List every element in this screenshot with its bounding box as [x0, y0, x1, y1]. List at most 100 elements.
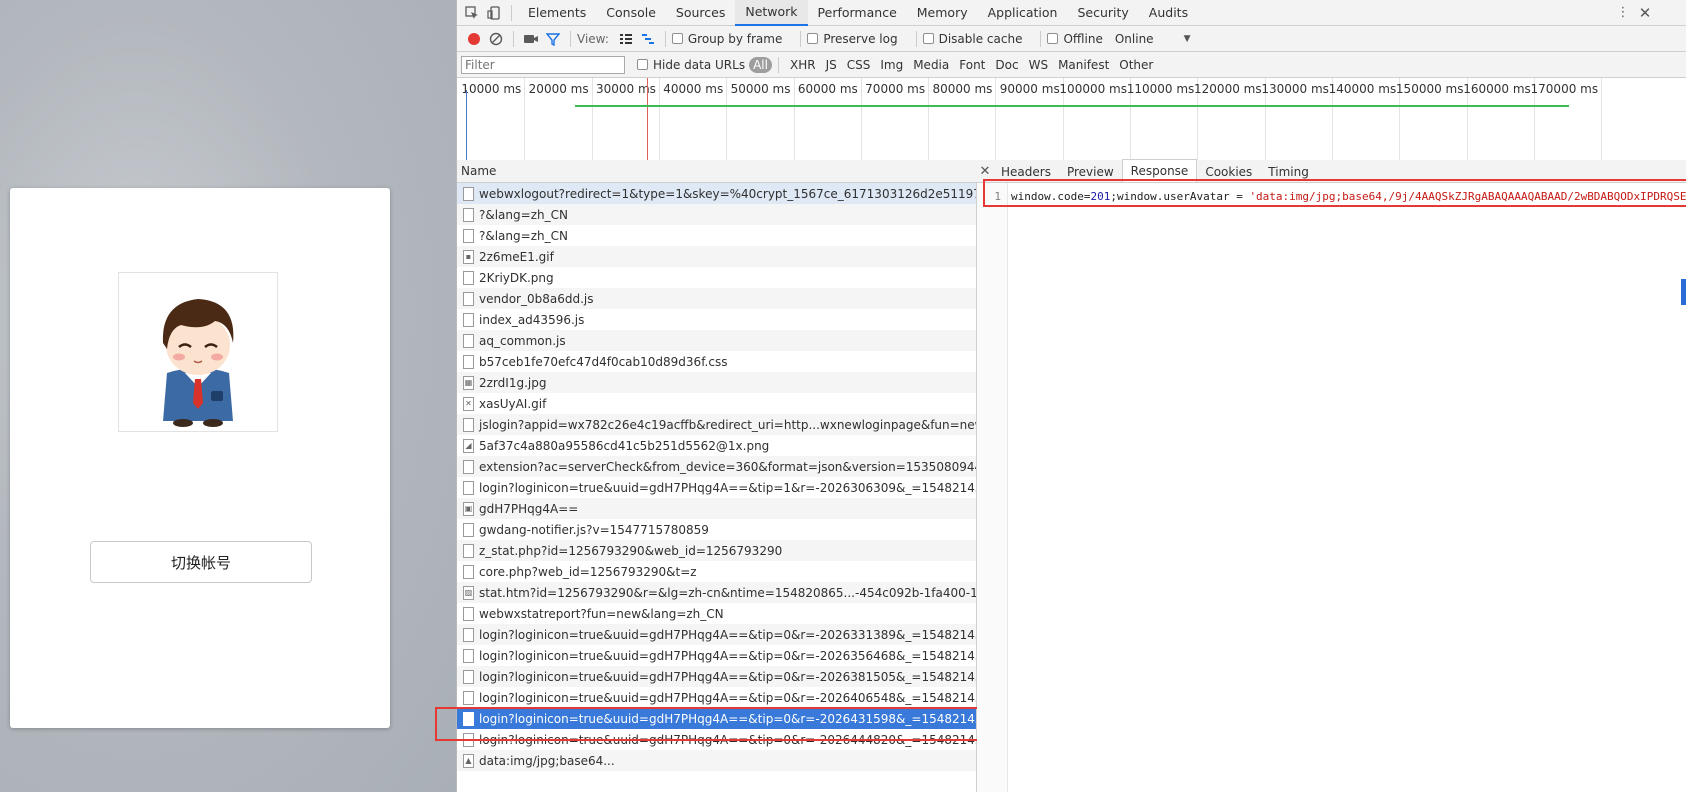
- request-detail-tabs: ✕ Headers Preview Response Cookies Timing: [977, 159, 1686, 183]
- request-row[interactable]: webwxlogout?redirect=1&type=1&skey=%40cr…: [457, 183, 976, 204]
- scrollbar-marker[interactable]: [1681, 279, 1686, 305]
- filter-type-xhr[interactable]: XHR: [785, 58, 821, 72]
- preserve-log-checkbox[interactable]: [807, 33, 819, 44]
- filter-type-doc[interactable]: Doc: [990, 58, 1023, 72]
- request-name: login?loginicon=true&uuid=gdH7PHqg4A==&t…: [479, 711, 976, 726]
- throttling-select[interactable]: Online: [1115, 32, 1154, 46]
- request-row[interactable]: login?loginicon=true&uuid=gdH7PHqg4A==&t…: [457, 708, 976, 729]
- tab-security[interactable]: Security: [1067, 0, 1138, 26]
- request-row[interactable]: login?loginicon=true&uuid=gdH7PHqg4A==&t…: [457, 645, 976, 666]
- request-row[interactable]: ▪ 2z6meE1.gif: [457, 246, 976, 267]
- switch-account-button[interactable]: 切换帐号: [90, 541, 312, 583]
- close-detail-icon[interactable]: ✕: [977, 161, 993, 182]
- file-icon: [463, 228, 474, 243]
- waterfall-overview-icon[interactable]: [637, 28, 659, 50]
- separator: [570, 30, 571, 47]
- file-icon: ▲: [463, 753, 474, 768]
- request-row[interactable]: login?loginicon=true&uuid=gdH7PHqg4A==&t…: [457, 687, 976, 708]
- request-row[interactable]: ▦ 2zrdI1g.jpg: [457, 372, 976, 393]
- request-name: login?loginicon=true&uuid=gdH7PHqg4A==&t…: [479, 480, 976, 495]
- filter-type-js[interactable]: JS: [821, 58, 842, 72]
- tab-sources[interactable]: Sources: [666, 0, 735, 26]
- device-toolbar-icon[interactable]: [483, 2, 505, 24]
- filter-type-media[interactable]: Media: [908, 58, 954, 72]
- hide-data-urls-checkbox[interactable]: [637, 59, 648, 70]
- large-rows-icon[interactable]: [615, 28, 637, 50]
- file-icon: ◢: [463, 438, 474, 453]
- file-icon: ✕: [463, 396, 474, 411]
- request-row[interactable]: jslogin?appid=wx782c26e4c19acffb&redirec…: [457, 414, 976, 435]
- clear-icon[interactable]: [485, 28, 507, 50]
- filter-type-css[interactable]: CSS: [842, 58, 876, 72]
- detail-tab-response[interactable]: Response: [1121, 159, 1198, 182]
- more-options-icon[interactable]: ⋮: [1612, 2, 1634, 24]
- request-row[interactable]: login?loginicon=true&uuid=gdH7PHqg4A==&t…: [457, 729, 976, 750]
- filter-icon[interactable]: [542, 28, 564, 50]
- timeline-tick-label: 150000 ms: [1395, 82, 1464, 96]
- request-row[interactable]: login?loginicon=true&uuid=gdH7PHqg4A==&t…: [457, 477, 976, 498]
- close-devtools-icon[interactable]: ✕: [1634, 2, 1656, 24]
- tab-audits[interactable]: Audits: [1139, 0, 1198, 26]
- request-row[interactable]: ▣ gdH7PHqg4A==: [457, 498, 976, 519]
- detail-tab-headers[interactable]: Headers: [993, 161, 1059, 182]
- filter-type-manifest[interactable]: Manifest: [1053, 58, 1114, 72]
- request-row[interactable]: aq_common.js: [457, 330, 976, 351]
- group-by-frame-checkbox[interactable]: [671, 33, 683, 44]
- request-row[interactable]: login?loginicon=true&uuid=gdH7PHqg4A==&t…: [457, 624, 976, 645]
- detail-tab-preview[interactable]: Preview: [1059, 161, 1122, 182]
- disable-cache-label: Disable cache: [938, 31, 1023, 46]
- request-row[interactable]: index_ad43596.js: [457, 309, 976, 330]
- filter-type-all[interactable]: All: [749, 56, 772, 73]
- request-row[interactable]: ▲ data:img/jpg;base64...: [457, 750, 976, 771]
- request-row[interactable]: b57ceb1fe70efc47d4f0cab10d89d36f.css: [457, 351, 976, 372]
- request-row[interactable]: ✕ xasUyAI.gif: [457, 393, 976, 414]
- response-viewer: 1 window.code=201;window.userAvatar = 'd…: [977, 179, 1686, 792]
- network-overview-timeline[interactable]: 10000 ms 20000 ms 30000 ms 40000 ms 50000 ms…: [457, 78, 1686, 161]
- request-row[interactable]: ▨ stat.htm?id=1256793290&r=&lg=zh-cn&ntim…: [457, 582, 976, 603]
- filter-type-ws[interactable]: WS: [1024, 58, 1053, 72]
- timeline-gridline: [726, 78, 728, 160]
- detail-tab-timing[interactable]: Timing: [1260, 161, 1317, 182]
- tab-memory[interactable]: Memory: [907, 0, 978, 26]
- timeline-tick-label: 170000 ms: [1530, 82, 1599, 96]
- file-icon: [463, 669, 474, 684]
- name-column-header[interactable]: Name: [457, 160, 977, 183]
- filter-type-img[interactable]: Img: [875, 58, 908, 72]
- chevron-down-icon[interactable]: ▼: [1184, 34, 1191, 44]
- timeline-gridline: [793, 78, 795, 160]
- tab-console[interactable]: Console: [596, 0, 666, 26]
- request-row[interactable]: z_stat.php?id=1256793290&web_id=12567932…: [457, 540, 976, 561]
- response-code-line[interactable]: window.code=201;window.userAvatar = 'dat…: [1011, 190, 1686, 203]
- request-row[interactable]: ?&lang=zh_CN: [457, 204, 976, 225]
- timeline-gridline: [524, 78, 526, 160]
- timeline-gridline: [928, 78, 930, 160]
- request-row[interactable]: vendor_0b8a6dd.js: [457, 288, 976, 309]
- tab-elements[interactable]: Elements: [518, 0, 596, 26]
- filter-type-other[interactable]: Other: [1114, 58, 1158, 72]
- code-text: ;window.userAvatar =: [1110, 190, 1250, 203]
- request-row[interactable]: 2KriyDK.png: [457, 267, 976, 288]
- hide-data-urls-label: Hide data URLs: [653, 57, 746, 72]
- offline-checkbox[interactable]: [1047, 33, 1059, 44]
- filter-input[interactable]: [461, 55, 625, 74]
- timeline-request-bar: [575, 105, 1569, 107]
- request-row[interactable]: gwdang-notifier.js?v=1547715780859: [457, 519, 976, 540]
- request-row[interactable]: webwxstatreport?fun=new&lang=zh_CN: [457, 603, 976, 624]
- request-row[interactable]: login?loginicon=true&uuid=gdH7PHqg4A==&t…: [457, 666, 976, 687]
- request-row[interactable]: ?&lang=zh_CN: [457, 225, 976, 246]
- request-row[interactable]: ◢ 5af37c4a880a95586cd41c5b251d5562@1x.png: [457, 435, 976, 456]
- detail-tab-cookies[interactable]: Cookies: [1197, 161, 1260, 182]
- inspect-element-icon[interactable]: [461, 2, 483, 24]
- tab-performance[interactable]: Performance: [808, 0, 907, 26]
- file-icon: [463, 732, 474, 747]
- request-row[interactable]: core.php?web_id=1256793290&t=z: [457, 561, 976, 582]
- record-icon[interactable]: [463, 28, 485, 50]
- disable-cache-checkbox[interactable]: [922, 33, 934, 44]
- tab-application[interactable]: Application: [978, 0, 1068, 26]
- filter-type-font[interactable]: Font: [954, 58, 990, 72]
- tab-network[interactable]: Network: [735, 0, 808, 26]
- timeline-tick-label: 10000 ms: [461, 82, 522, 96]
- capture-screenshots-icon[interactable]: [520, 28, 542, 50]
- separator: [664, 30, 666, 47]
- request-row[interactable]: extension?ac=serverCheck&from_device=360…: [457, 456, 976, 477]
